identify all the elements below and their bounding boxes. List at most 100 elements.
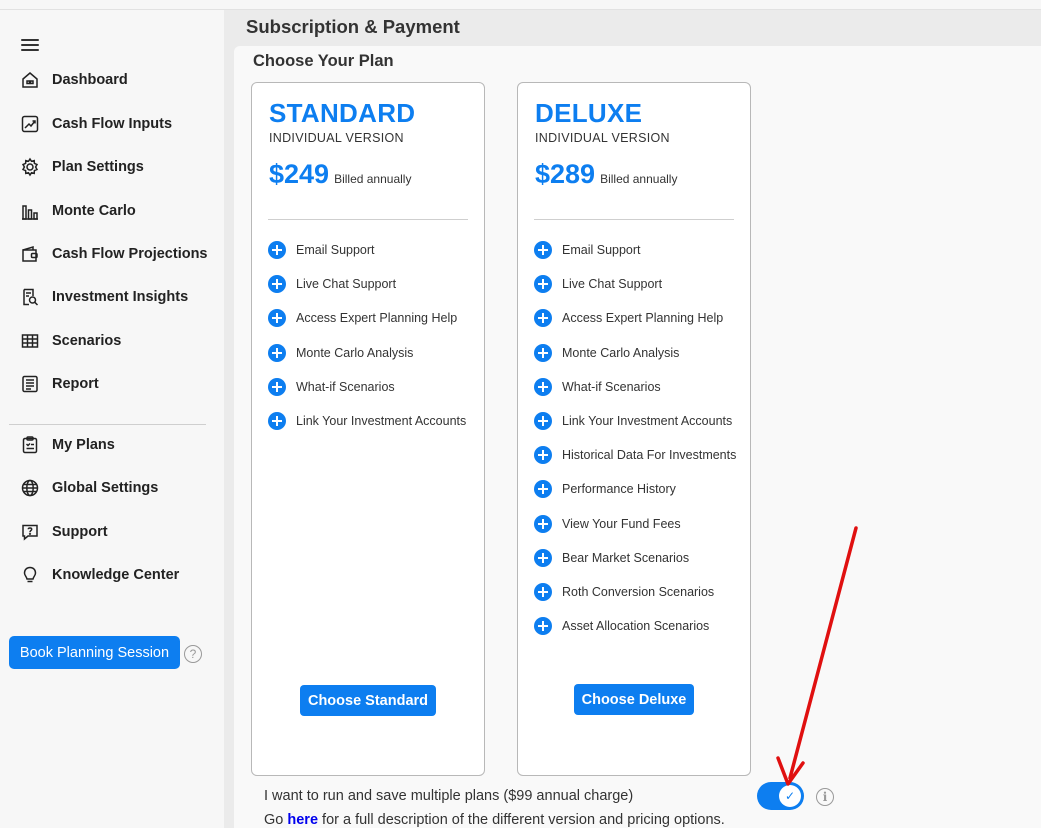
feature-label: Link Your Investment Accounts [562,414,733,429]
feature-item: Performance History [534,472,736,506]
feature-label: Email Support [562,243,641,258]
feature-item: Live Chat Support [268,267,466,301]
plus-circle-icon [268,275,286,294]
plus-circle-icon [534,377,552,396]
feature-label: View Your Fund Fees [562,516,681,531]
feature-item: Historical Data For Investments [534,438,736,472]
footer-prefix: Go [264,812,284,828]
sidebar-item-label: Plan Settings [52,159,144,175]
plus-circle-icon [534,617,552,636]
billing-period: Billed annually [334,172,412,186]
clipboard-icon [19,434,41,456]
page-title: Subscription & Payment [246,16,460,37]
sidebar-item-dashboard[interactable]: Dashboard [19,67,128,93]
footer-suffix: for a full description of the different … [322,812,725,828]
plan-name: DELUXE [535,98,643,128]
feature-label: Live Chat Support [296,277,397,292]
card-divider [268,219,468,220]
feature-item: Roth Conversion Scenarios [534,575,736,609]
sidebar-item-scenarios[interactable]: Scenarios [19,328,121,354]
book-planning-session-button[interactable]: Book Planning Session [9,636,180,669]
sidebar-item-monte-carlo[interactable]: Monte Carlo [19,198,136,224]
feature-label: Link Your Investment Accounts [296,414,467,429]
sidebar-item-investment-insights[interactable]: Investment Insights [19,284,188,310]
bar-chart-icon [19,200,41,222]
feature-item: What-if Scenarios [268,370,466,404]
hamburger-menu-icon[interactable] [21,39,39,53]
plus-circle-icon [268,241,286,260]
plan-price: $249 [269,159,330,189]
feature-list: Email Support Live Chat Support Access Exp… [534,233,736,643]
plus-circle-icon [268,377,286,396]
feature-label: Email Support [296,243,375,258]
globe-icon [19,477,41,499]
plus-circle-icon [268,343,286,362]
plan-version: INDIVIDUAL VERSION [535,131,670,145]
plus-circle-icon [534,582,552,601]
help-circle-icon[interactable]: ? [184,645,202,663]
plan-panel: Choose Your Plan STANDARD INDIVIDUAL VER… [234,46,1041,828]
plan-card-deluxe: DELUXE INDIVIDUAL VERSION $289 Billed an… [517,82,751,776]
feature-item: Access Expert Planning Help [268,301,466,335]
multi-plan-label: I want to run and save multiple plans ($… [264,788,634,804]
feature-label: What-if Scenarios [562,379,661,394]
sidebar-item-label: Report [52,376,99,392]
feature-item: Access Expert Planning Help [534,301,736,335]
sidebar-item-knowledge-center[interactable]: Knowledge Center [19,562,179,588]
sidebar-item-plan-settings[interactable]: Plan Settings [19,154,144,180]
feature-label: Performance History [562,482,676,497]
sidebar-item-label: Monte Carlo [52,203,136,219]
lightbulb-icon [19,564,41,586]
sidebar-item-global-settings[interactable]: Global Settings [19,475,158,501]
plan-price: $289 [535,159,596,189]
plus-circle-icon [534,480,552,499]
feature-item: Link Your Investment Accounts [534,404,736,438]
wallet-icon [19,243,41,265]
chat-question-icon [19,521,41,543]
feature-item: Monte Carlo Analysis [534,336,736,370]
sidebar-item-label: Dashboard [52,72,128,88]
sidebar-item-label: Global Settings [52,480,159,496]
price-row: $289 Billed annually [535,159,677,190]
card-divider [534,219,734,220]
dashboard-icon [19,69,41,91]
sidebar-item-my-plans[interactable]: My Plans [19,432,115,458]
plus-circle-icon [534,275,552,294]
feature-label: Access Expert Planning Help [296,311,458,326]
sidebar-item-label: Cash Flow Projections [52,246,208,262]
table-icon [19,330,41,352]
sidebar-divider [9,424,206,425]
info-icon[interactable]: i [816,788,834,806]
feature-label: Live Chat Support [562,277,663,292]
choose-deluxe-button[interactable]: Choose Deluxe [574,684,694,715]
feature-label: What-if Scenarios [296,379,395,394]
pricing-description-text: Go here for a full description of the di… [264,812,725,828]
pricing-details-link[interactable]: here [287,812,318,828]
feature-label: Historical Data For Investments [562,448,737,463]
sidebar-item-report[interactable]: Report [19,371,99,397]
choose-standard-button[interactable]: Choose Standard [300,685,436,716]
sidebar-item-cash-flow-projections[interactable]: Cash Flow Projections [19,241,208,267]
magnifier-report-icon [19,286,41,308]
sidebar-item-cash-flow-inputs[interactable]: Cash Flow Inputs [19,111,172,137]
plus-circle-icon [534,343,552,362]
feature-list: Email Support Live Chat Support Access Exp… [268,233,466,438]
feature-item: Asset Allocation Scenarios [534,609,736,643]
sidebar-item-support[interactable]: Support [19,519,108,545]
main-content: Subscription & Payment Choose Your Plan … [224,10,1041,828]
feature-label: Asset Allocation Scenarios [562,619,710,634]
plus-circle-icon [268,309,286,328]
sidebar-item-label: Support [52,524,108,540]
feature-item: Bear Market Scenarios [534,541,736,575]
multi-plan-toggle[interactable]: ✓ [757,782,804,810]
feature-item: Monte Carlo Analysis [268,336,466,370]
plus-circle-icon [534,548,552,567]
plan-name: STANDARD [269,98,416,128]
check-icon: ✓ [779,785,801,807]
sidebar-item-label: Scenarios [52,333,122,349]
billing-period: Billed annually [600,172,678,186]
sidebar-item-label: Cash Flow Inputs [52,116,173,132]
feature-item: What-if Scenarios [534,370,736,404]
plan-version: INDIVIDUAL VERSION [269,131,404,145]
feature-item: Link Your Investment Accounts [268,404,466,438]
